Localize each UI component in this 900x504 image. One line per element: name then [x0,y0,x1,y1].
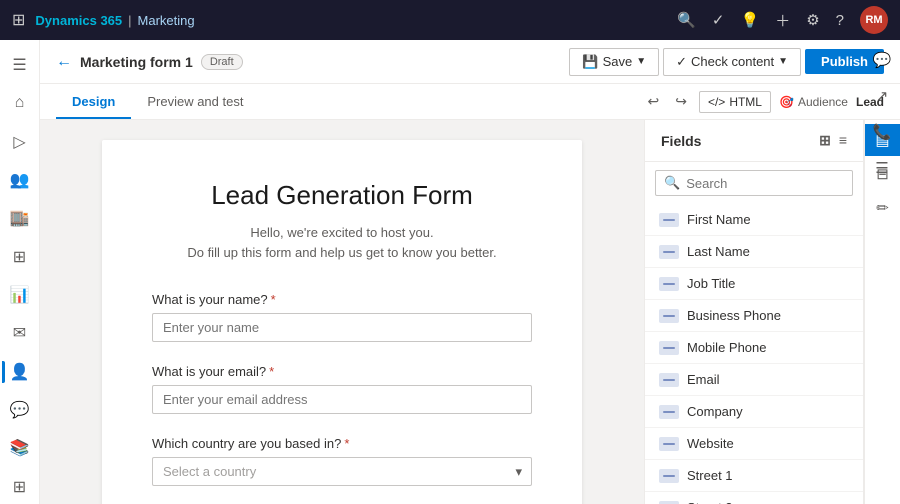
chat-icon[interactable]: 💬 [866,44,898,76]
sidebar-item-person[interactable]: 👤 [2,355,38,389]
tabs-bar: Design Preview and test ↩ ↪ </> HTML 🎯 A… [40,84,900,120]
grid-icon[interactable]: ⊞ [12,10,25,30]
search-icon: 🔍 [664,175,680,191]
field-item[interactable]: Company [645,396,863,428]
field-item[interactable]: Email [645,364,863,396]
module-name: Marketing [138,13,195,28]
field-item[interactable]: Street 2 [645,492,863,504]
field-icon [659,501,679,504]
page-title: Marketing form 1 [80,54,193,70]
field-icon [659,341,679,355]
name-field-group: What is your name? * [152,292,532,342]
panel-list-icon[interactable]: ≡ [839,132,847,149]
redo-button[interactable]: ↪ [671,89,691,114]
sidebar-item-chart[interactable]: 📊 [2,278,38,312]
panel-title: Fields [661,133,701,149]
country-required-star: * [344,436,349,451]
field-icon [659,373,679,387]
check-dropdown-arrow[interactable]: ▼ [778,56,788,67]
help-icon[interactable]: ? [836,12,844,29]
country-label: Which country are you based in? * [152,436,532,451]
check-content-button[interactable]: ✓ Check content ▼ [663,48,801,76]
right-toolbar-settings-icon[interactable]: ✏ [867,192,899,224]
field-item[interactable]: Street 1 [645,460,863,492]
field-icon [659,309,679,323]
left-sidebar: ☰ ⌂ ▷ 👥 🏬 ⊞ 📊 ✉ 👤 💬 📚 ⊞ [0,40,40,504]
sidebar-item-filter[interactable]: ⊞ [2,240,38,274]
field-item[interactable]: First Name [645,204,863,236]
top-nav: ⊞ Dynamics 365 | Marketing 🔍 ✓ 💡 ＋ ⚙ ? R… [0,0,900,40]
country-select[interactable]: Select a country [152,457,532,486]
sidebar-item-people[interactable]: 👥 [2,163,38,197]
field-icon [659,405,679,419]
panel-header: Fields ⊞ ≡ [645,120,863,162]
field-icon [659,213,679,227]
field-item[interactable]: Business Phone [645,300,863,332]
form-card: Lead Generation Form Hello, we're excite… [102,140,582,504]
country-select-wrapper: Select a country ▾ [152,457,532,486]
field-item[interactable]: Last Name [645,236,863,268]
html-button[interactable]: </> HTML [699,91,771,113]
check-icon: ✓ [676,54,687,70]
field-item[interactable]: Website [645,428,863,460]
settings-icon[interactable]: ⚙ [806,11,819,29]
sidebar-item-menu[interactable]: ☰ [2,48,38,82]
sidebar-item-shop[interactable]: 🏬 [2,201,38,235]
field-icon [659,437,679,451]
search-icon[interactable]: 🔍 [677,11,696,29]
app-logo: Dynamics 365 | Marketing [35,13,194,28]
app-name: Dynamics 365 [35,13,122,28]
email-field-group: What is your email? * [152,364,532,414]
tab-preview[interactable]: Preview and test [131,86,259,119]
name-required-star: * [271,292,276,307]
list-icon[interactable]: ☰ [866,152,898,184]
save-icon: 💾 [582,54,598,70]
sidebar-item-play[interactable]: ▷ [2,125,38,159]
lightbulb-icon[interactable]: 💡 [741,11,760,29]
form-title: Lead Generation Form [152,180,532,211]
field-item[interactable]: Job Title [645,268,863,300]
search-box: 🔍 [655,170,853,196]
sidebar-item-grid[interactable]: ⊞ [2,470,38,504]
audience-icon: 🎯 [779,95,794,109]
search-input[interactable] [686,176,844,191]
save-button[interactable]: 💾 Save ▼ [569,48,659,76]
fields-panel: Fields ⊞ ≡ 🔍 First Name [644,120,864,504]
save-dropdown-arrow[interactable]: ▼ [636,56,646,67]
country-field-group: Which country are you based in? * Select… [152,436,532,486]
panel-grid-icon[interactable]: ⊞ [819,132,831,149]
field-icon [659,245,679,259]
field-item[interactable]: Mobile Phone [645,332,863,364]
share-icon[interactable]: ↗ [866,80,898,112]
sidebar-item-home[interactable]: ⌂ [2,86,38,120]
back-button[interactable]: ← [56,53,72,71]
content-area: Lead Generation Form Hello, we're excite… [40,120,900,504]
html-icon: </> [708,95,725,109]
sidebar-item-mail[interactable]: ✉ [2,316,38,350]
checkmark-icon[interactable]: ✓ [712,11,725,29]
plus-icon[interactable]: ＋ [775,10,790,31]
tab-design[interactable]: Design [56,86,131,119]
top-nav-actions: 🔍 ✓ 💡 ＋ ⚙ ? RM [677,6,888,34]
far-right-toolbar: 💬 ↗ 📞 ☰ [864,40,900,184]
phone-icon[interactable]: 📞 [866,116,898,148]
status-badge: Draft [201,54,243,70]
form-canvas: Lead Generation Form Hello, we're excite… [40,120,644,504]
name-label: What is your name? * [152,292,532,307]
sidebar-item-comment[interactable]: 💬 [2,393,38,427]
field-icon [659,277,679,291]
email-required-star: * [269,364,274,379]
fields-list: First Name Last Name Job Title [645,204,863,504]
field-icon [659,469,679,483]
email-label: What is your email? * [152,364,532,379]
sidebar-item-book[interactable]: 📚 [2,431,38,465]
undo-button[interactable]: ↩ [643,89,663,114]
email-input[interactable] [152,385,532,414]
avatar[interactable]: RM [860,6,888,34]
main-area: ← Marketing form 1 Draft 💾 Save ▼ ✓ Chec… [40,40,900,504]
panel-header-icons: ⊞ ≡ [819,132,847,149]
form-subtitle: Hello, we're excited to host you. Do fil… [152,223,532,262]
toolbar: ← Marketing form 1 Draft 💾 Save ▼ ✓ Chec… [40,40,900,84]
name-input[interactable] [152,313,532,342]
